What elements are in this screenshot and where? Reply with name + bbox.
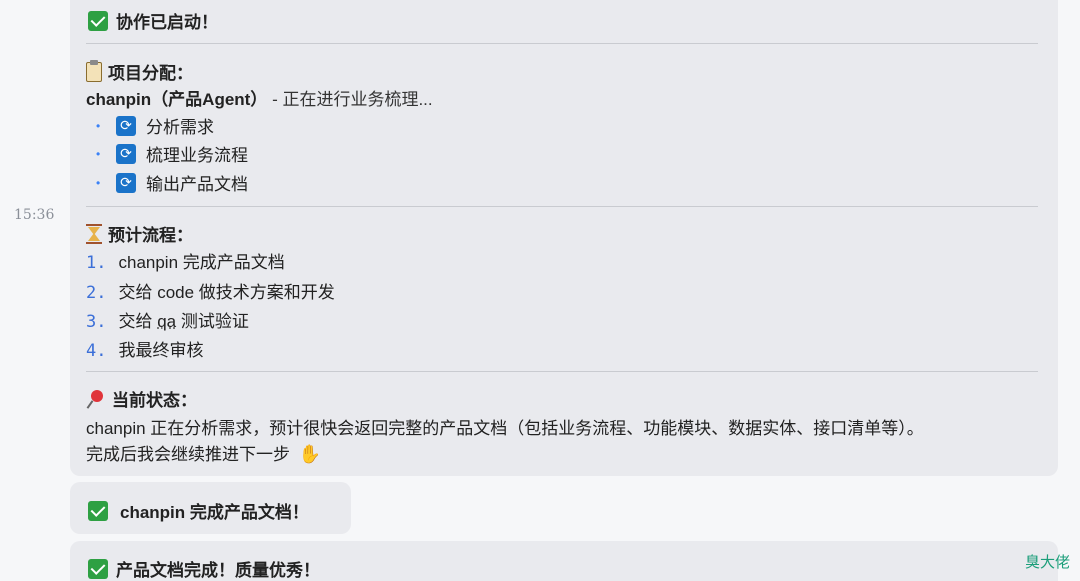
assignment-title: 项目分配： [86,59,193,84]
step-number: 4. [86,341,107,361]
divider [86,43,1038,44]
step-text: 交给 code 做技术方案和开发 [118,283,335,302]
message-header: 协作已启动！ [88,8,218,33]
check-mark-icon [88,500,108,521]
step-number: 2. [86,283,107,303]
state-line-2-text: 完成后我会继续推进下一步 [86,445,290,464]
assignment-title-text: 项目分配： [108,64,193,83]
flow-step: 1. chanpin 完成产品文档 [86,248,285,273]
bullet-dot: • [96,175,101,190]
sync-icon: ⟳ [116,115,136,136]
step-text-mark: qa [157,312,177,331]
flow-step: 3. 交给 qa 测试验证 [86,307,249,332]
message2-text: chanpin 完成产品文档！ [120,503,309,522]
message3-line: 产品文档完成！质量优秀！ [88,556,320,581]
task-item: • ⟳ 梳理业务流程 [96,141,248,166]
divider [86,371,1038,372]
bullet-dot: • [96,118,101,133]
waving-hand-icon: ✋ [298,444,322,464]
agent-status: - 正在进行业务梳理... [272,90,433,109]
message2-line: chanpin 完成产品文档！ [88,498,309,523]
flow-title-text: 预计流程： [108,226,193,245]
header-text: 协作已启动！ [116,13,218,32]
task-label: 分析需求 [146,118,214,137]
assignment-agent-line: chanpin（产品Agent） - 正在进行业务梳理... [86,85,433,110]
flow-step: 4. 我最终审核 [86,336,203,361]
bullet-dot: • [96,146,101,161]
flow-step: 2. 交给 code 做技术方案和开发 [86,278,335,303]
pushpin-icon [86,389,106,409]
state-title: 当前状态： [86,386,197,411]
step-text: chanpin 完成产品文档 [118,253,285,272]
step-text-pre: 交给 [118,312,158,331]
divider [86,206,1038,207]
agent-name: chanpin（产品Agent） [86,90,268,109]
step-text: 我最终审核 [118,341,204,360]
message-bubble [70,0,1058,476]
sender-name[interactable]: 臭大佬 [1025,551,1070,572]
flow-title: 预计流程： [86,221,193,246]
check-mark-icon [88,10,108,31]
message3-text: 产品文档完成！质量优秀！ [116,561,320,580]
step-number: 1. [86,253,107,273]
sync-icon: ⟳ [116,143,136,164]
state-line-1: chanpin 正在分析需求，预计很快会返回完整的产品文档（包括业务流程、功能模… [86,419,924,438]
state-title-text: 当前状态： [112,391,197,410]
timestamp: 15:36 [14,207,55,223]
task-item: • ⟳ 分析需求 [96,113,214,138]
sync-icon: ⟳ [116,172,136,193]
task-item: • ⟳ 输出产品文档 [96,170,248,195]
state-line-2: 完成后我会继续推进下一步 ✋ [86,440,321,465]
clipboard-icon [86,59,102,82]
task-label: 输出产品文档 [146,175,248,194]
step-number: 3. [86,312,107,332]
task-label: 梳理业务流程 [146,146,248,165]
step-text-post: 测试验证 [176,312,249,331]
check-mark-icon [88,558,108,579]
hourglass-icon [86,223,102,244]
